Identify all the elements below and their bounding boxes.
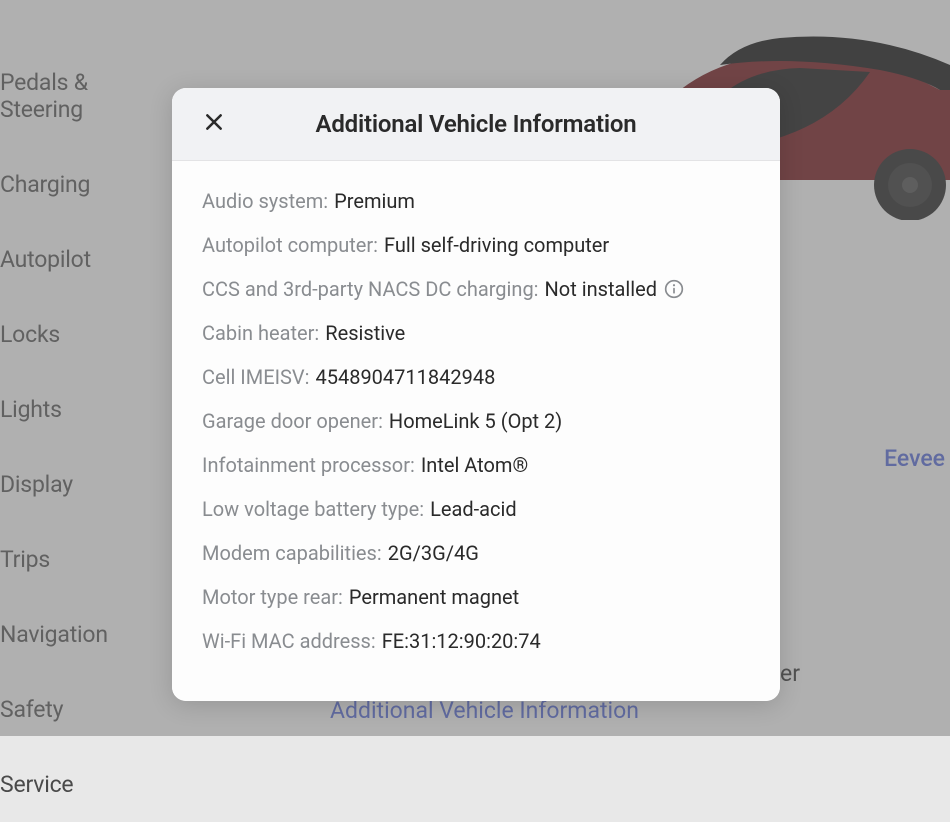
spec-label: CCS and 3rd-party NACS DC charging:: [202, 275, 539, 303]
spec-label: Audio system:: [202, 187, 328, 215]
spec-label: Motor type rear:: [202, 583, 343, 611]
spec-label: Infotainment processor:: [202, 451, 415, 479]
spec-value: 4548904711842948: [315, 363, 495, 391]
spec-value: Premium: [334, 187, 415, 215]
spec-label: Cabin heater:: [202, 319, 319, 347]
spec-row: Infotainment processor:Intel Atom®: [202, 451, 750, 479]
spec-row: Cabin heater:Resistive: [202, 319, 750, 347]
info-icon[interactable]: [663, 278, 685, 300]
spec-row: Garage door opener:HomeLink 5 (Opt 2): [202, 407, 750, 435]
spec-label: Autopilot computer:: [202, 231, 378, 259]
spec-row: CCS and 3rd-party NACS DC charging:Not i…: [202, 275, 750, 303]
spec-value: Not installed: [545, 275, 657, 303]
spec-value: Intel Atom®: [421, 451, 528, 479]
modal-title: Additional Vehicle Information: [200, 110, 752, 138]
spec-value: HomeLink 5 (Opt 2): [389, 407, 562, 435]
spec-value: Lead-acid: [430, 495, 517, 523]
spec-row: Modem capabilities:2G/3G/4G: [202, 539, 750, 567]
additional-vehicle-info-modal: Additional Vehicle Information Audio sys…: [172, 88, 780, 701]
spec-label: Cell IMEISV:: [202, 363, 309, 391]
modal-body: Audio system:PremiumAutopilot computer:F…: [172, 161, 780, 701]
spec-row: Audio system:Premium: [202, 187, 750, 215]
modal-header: Additional Vehicle Information: [172, 88, 780, 161]
spec-label: Low voltage battery type:: [202, 495, 424, 523]
spec-row: Low voltage battery type:Lead-acid: [202, 495, 750, 523]
spec-label: Wi-Fi MAC address:: [202, 627, 376, 655]
spec-value: Permanent magnet: [349, 583, 519, 611]
spec-value: Resistive: [325, 319, 405, 347]
spec-value: Full self-driving computer: [384, 231, 609, 259]
spec-row: Motor type rear:Permanent magnet: [202, 583, 750, 611]
spec-row: Autopilot computer:Full self-driving com…: [202, 231, 750, 259]
spec-label: Modem capabilities:: [202, 539, 382, 567]
spec-label: Garage door opener:: [202, 407, 383, 435]
spec-row: Wi-Fi MAC address:FE:31:12:90:20:74: [202, 627, 750, 655]
spec-value: FE:31:12:90:20:74: [382, 627, 541, 655]
sidebar-item-service[interactable]: Service: [0, 747, 170, 822]
spec-value: 2G/3G/4G: [388, 539, 479, 567]
spec-row: Cell IMEISV:4548904711842948: [202, 363, 750, 391]
